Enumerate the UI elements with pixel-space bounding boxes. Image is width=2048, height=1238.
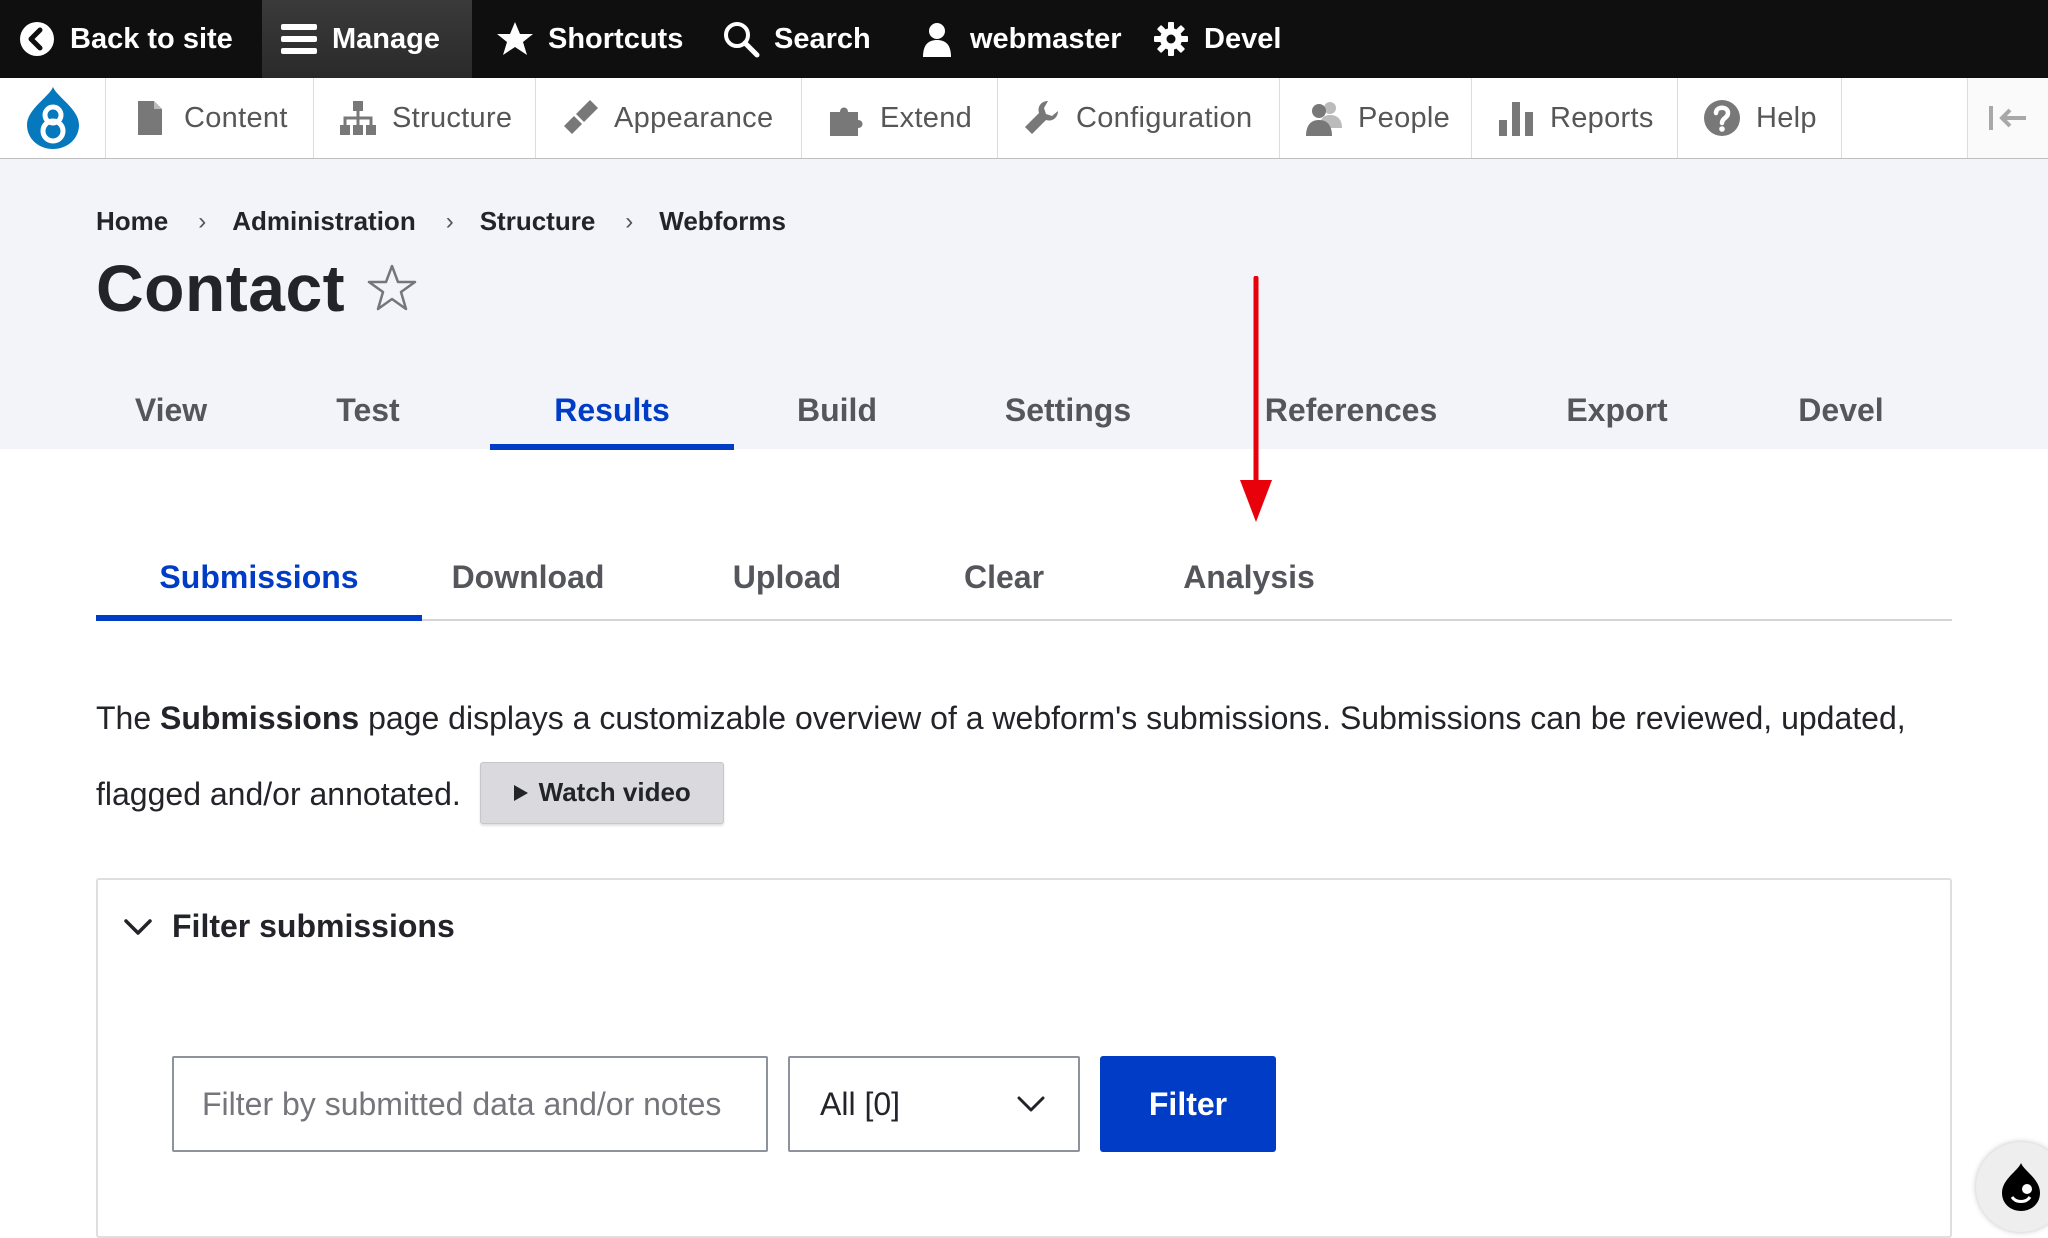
filter-button[interactable]: Filter <box>1100 1056 1276 1152</box>
tray-collapse-button[interactable] <box>1968 78 2048 158</box>
filter-legend-toggle[interactable]: Filter submissions <box>122 908 455 945</box>
tab-build[interactable]: Build <box>734 370 940 450</box>
tab-test[interactable]: Test <box>246 370 490 450</box>
description-bold: Submissions <box>160 700 360 736</box>
drupal-drop-icon <box>2002 1163 2040 1211</box>
tray-item-content[interactable]: Content <box>106 78 314 158</box>
admin-toolbar: Back to site Manage Shortcuts Search web… <box>0 0 2048 78</box>
tray-item-help[interactable]: Help <box>1678 78 1842 158</box>
state-select-value: All [0] <box>820 1085 901 1122</box>
tray-item-label: Help <box>1756 101 1817 134</box>
watch-video-button[interactable]: Watch video <box>479 761 724 824</box>
collapse-arrow-icon <box>1989 106 2026 130</box>
tab-view[interactable]: View <box>96 370 246 450</box>
chevron-down-icon <box>124 918 152 935</box>
tab-export[interactable]: Export <box>1506 370 1728 450</box>
filter-legend-label: Filter submissions <box>172 908 455 944</box>
favorite-star-icon[interactable] <box>366 262 418 314</box>
tab-analysis[interactable]: Analysis <box>1068 535 1430 619</box>
play-triangle-icon <box>513 784 528 801</box>
gear-icon <box>1154 22 1188 56</box>
breadcrumb-structure[interactable]: Structure <box>480 206 596 237</box>
description-suffix: page displays a customizable overview of… <box>96 700 1906 812</box>
tray-item-label: Content <box>184 101 288 134</box>
admin-tray: Content Structure Appearance Extend Conf… <box>0 78 2048 159</box>
people-icon <box>1306 102 1342 136</box>
shortcuts-label: Shortcuts <box>548 22 684 55</box>
tray-item-extend[interactable]: Extend <box>802 78 998 158</box>
chevron-right-icon: › <box>625 207 634 235</box>
back-arrow-circle-icon <box>20 22 54 56</box>
chevron-right-icon: › <box>445 207 454 235</box>
search-label: Search <box>774 22 871 55</box>
chevron-down-icon <box>1017 1096 1045 1112</box>
primary-tabs: View Test Results Build Settings Referen… <box>96 370 1954 450</box>
devel-tab[interactable]: Devel <box>1152 0 1302 78</box>
page-description: The Submissions page displays a customiz… <box>96 680 1976 832</box>
tab-submissions[interactable]: Submissions <box>96 535 422 621</box>
bar-chart-icon <box>1499 102 1533 136</box>
tab-clear[interactable]: Clear <box>940 535 1068 619</box>
state-select[interactable]: All [0] <box>788 1056 1080 1152</box>
hamburger-menu-icon <box>281 24 317 54</box>
user-icon <box>923 23 951 57</box>
drupal-logo-icon <box>26 87 79 149</box>
secondary-tabs: Submissions Download Upload Clear Analys… <box>96 535 1952 621</box>
watch-video-label: Watch video <box>538 777 691 808</box>
tray-item-label: Appearance <box>614 101 774 134</box>
manage-tab[interactable]: Manage <box>262 0 472 78</box>
drupal-logo-link[interactable] <box>0 78 106 158</box>
tray-item-reports[interactable]: Reports <box>1472 78 1678 158</box>
breadcrumb-administration[interactable]: Administration <box>232 206 415 237</box>
tray-item-label: People <box>1358 101 1451 134</box>
user-tab[interactable]: webmaster <box>900 0 1152 78</box>
star-icon <box>497 22 533 55</box>
search-tab[interactable]: Search <box>702 0 900 78</box>
filter-fieldset: Filter submissions All [0] Filter <box>96 878 1952 1238</box>
tray-item-people[interactable]: People <box>1280 78 1472 158</box>
annotation-arrow-icon <box>1240 276 1272 522</box>
tray-item-label: Reports <box>1550 101 1654 134</box>
devel-label: Devel <box>1204 22 1282 55</box>
breadcrumb-webforms[interactable]: Webforms <box>659 206 786 237</box>
back-to-site-label: Back to site <box>70 22 233 55</box>
tray-item-appearance[interactable]: Appearance <box>536 78 802 158</box>
content-icon <box>138 101 162 135</box>
user-label: webmaster <box>970 22 1122 55</box>
breadcrumb: Home › Administration › Structure › Webf… <box>96 206 786 237</box>
tray-spacer <box>1842 78 1968 158</box>
shortcuts-tab[interactable]: Shortcuts <box>472 0 702 78</box>
tray-item-configuration[interactable]: Configuration <box>998 78 1280 158</box>
page-title: Contact <box>96 251 346 325</box>
appearance-icon <box>564 100 598 134</box>
manage-label: Manage <box>332 22 440 55</box>
drupal-badge[interactable] <box>1976 1142 2048 1232</box>
search-input[interactable] <box>172 1056 768 1152</box>
tab-devel[interactable]: Devel <box>1728 370 1954 450</box>
wrench-icon <box>1025 101 1058 134</box>
tab-results[interactable]: Results <box>490 370 734 450</box>
description-prefix: The <box>96 700 161 736</box>
breadcrumb-home[interactable]: Home <box>96 206 168 237</box>
tray-item-label: Extend <box>880 101 973 134</box>
tab-upload[interactable]: Upload <box>634 535 940 619</box>
chevron-right-icon: › <box>198 207 207 235</box>
tray-item-structure[interactable]: Structure <box>314 78 536 158</box>
tab-settings[interactable]: Settings <box>940 370 1196 450</box>
tray-item-label: Structure <box>392 101 513 134</box>
structure-icon <box>340 101 376 135</box>
extend-icon <box>830 107 863 136</box>
tab-download[interactable]: Download <box>422 535 634 619</box>
tray-item-label: Configuration <box>1076 101 1253 134</box>
help-icon <box>1704 100 1740 136</box>
back-to-site-link[interactable]: Back to site <box>0 0 262 78</box>
search-icon <box>724 22 760 58</box>
